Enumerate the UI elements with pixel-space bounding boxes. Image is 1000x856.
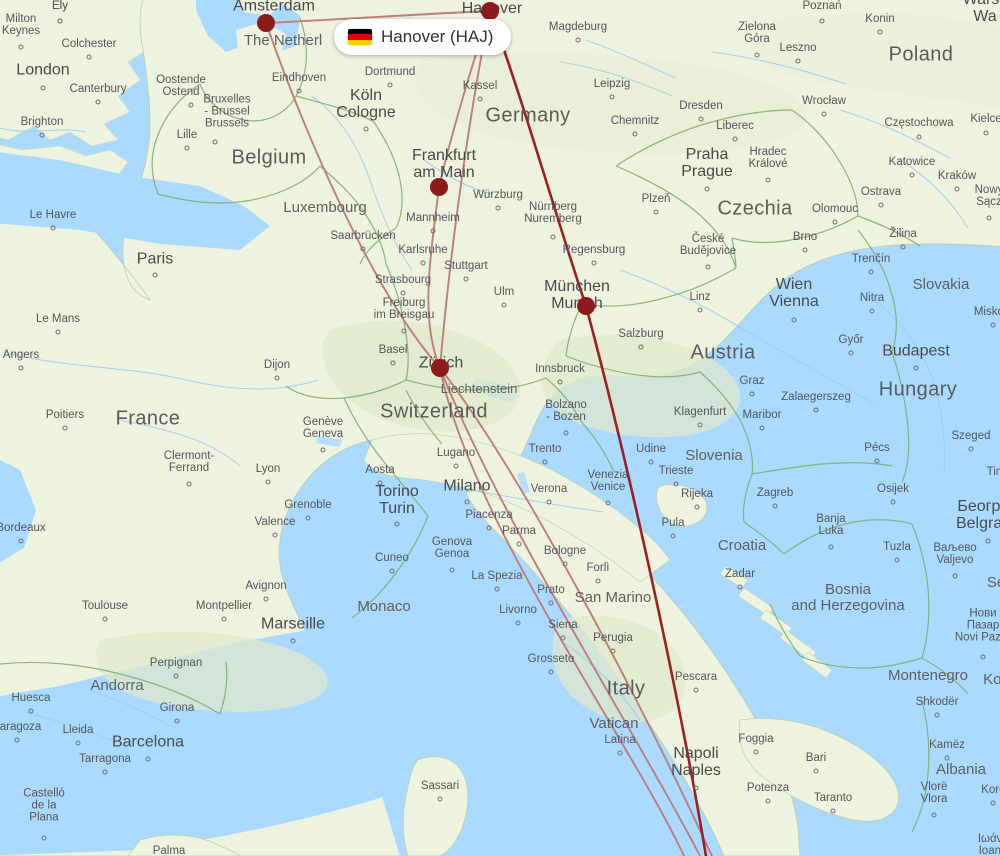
- flight-route-map[interactable]: Poland Germany Belgium Czechia France Switzer…: [0, 0, 1000, 856]
- airport-node-zurich[interactable]: [431, 359, 449, 377]
- airport-node-munchen[interactable]: [577, 297, 595, 315]
- airport-marker-text: Hanover (HAJ): [381, 27, 494, 46]
- airport-marker-label[interactable]: Hanover (HAJ): [334, 19, 512, 55]
- map-geometry-layer: [0, 0, 1000, 856]
- german-flag-icon: [348, 29, 372, 45]
- airport-node-frankfurt-am-main[interactable]: [430, 178, 448, 196]
- airport-node-amsterdam[interactable]: [257, 14, 275, 32]
- airport-node-hanover[interactable]: [481, 2, 499, 20]
